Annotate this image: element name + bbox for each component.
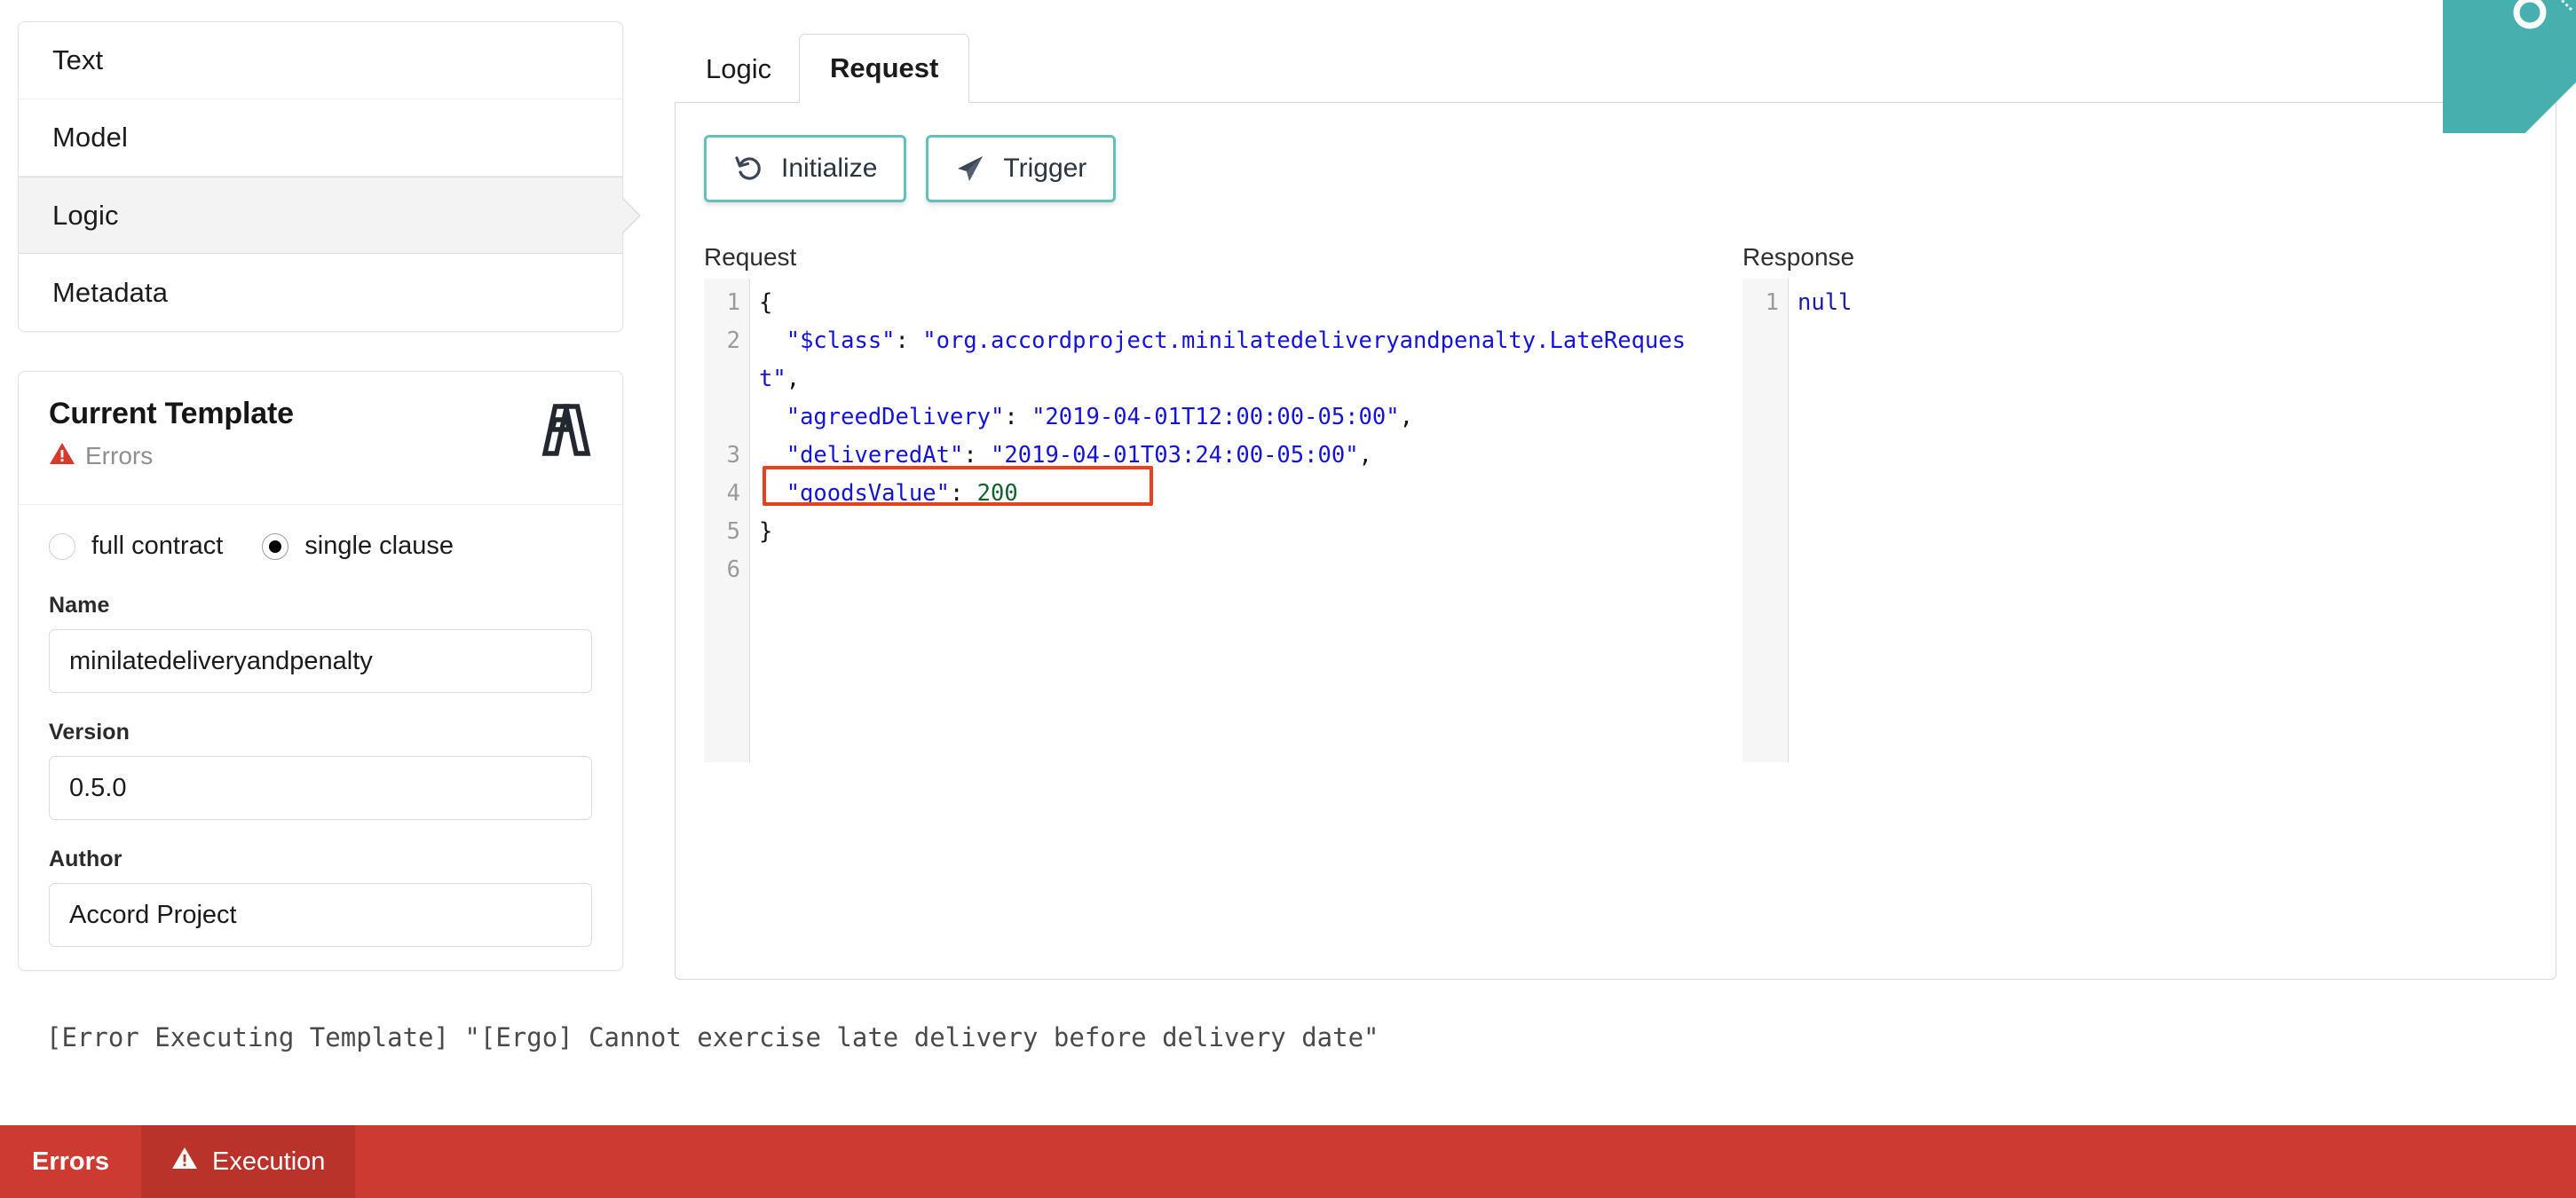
info-icon[interactable]: i [2512, 51, 2548, 87]
code-token: "2019-04-01T12:00:00-05:00" [1031, 404, 1400, 430]
code-token: , [1399, 404, 1413, 430]
sidebar-item-text[interactable]: Text [19, 22, 622, 99]
radio-single-clause[interactable] [262, 532, 289, 560]
request-code-wrap[interactable]: 1 2 3 4 5 6 { "$class": "org.accordproje… [704, 279, 1707, 762]
author-field-label: Author [49, 847, 122, 871]
code-token: "2019-04-01T03:24:00-05:00" [991, 442, 1359, 469]
editors-row: Request 1 2 3 4 5 6 { "$class": "org.acc… [676, 202, 2556, 762]
sidebar-item-model[interactable]: Model [19, 99, 622, 177]
status-tab-execution[interactable]: Execution [141, 1125, 356, 1198]
code-token: : [895, 327, 909, 354]
author-input[interactable] [49, 883, 592, 947]
line-number: 1 [1765, 289, 1779, 316]
initialize-button-label: Initialize [781, 154, 878, 183]
tab-request[interactable]: Request [799, 34, 970, 103]
code-token: "$class" [786, 327, 896, 354]
sidebar-item-label: Text [52, 44, 104, 75]
request-code-content[interactable]: { "$class": "org.accordproject.minilated… [750, 279, 1707, 762]
undo-arrow-icon [733, 154, 763, 184]
response-code-content[interactable]: null [1789, 279, 2364, 762]
status-execution-label: Execution [212, 1147, 326, 1176]
trigger-button-label: Trigger [1003, 154, 1087, 183]
radio-full-contract-label[interactable]: full contract [91, 532, 223, 561]
code-token: null [1798, 289, 1853, 316]
error-console: [Error Executing Template] "[Ergo] Canno… [0, 992, 2576, 1118]
sidebar-item-label: Logic [52, 199, 119, 231]
response-editor: Response 1 null [1742, 243, 2364, 762]
radio-single-clause-label[interactable]: single clause [304, 532, 454, 561]
response-line-numbers: 1 [1742, 279, 1789, 762]
sidebar-item-label: Metadata [52, 276, 169, 308]
line-number: 1 [726, 289, 740, 316]
error-console-message: [Error Executing Template] "[Ergo] Canno… [46, 1022, 1379, 1052]
code-token: : [963, 442, 992, 469]
trigger-button[interactable]: Trigger [926, 135, 1117, 202]
version-field-label: Version [49, 720, 130, 745]
line-number: 4 [726, 480, 740, 507]
request-line-numbers: 1 2 3 4 5 6 [704, 279, 750, 762]
version-input[interactable] [49, 756, 592, 820]
current-template-header: Current Template Errors [19, 372, 622, 505]
sidebar-item-logic[interactable]: Logic [19, 177, 642, 254]
code-token: { [759, 289, 773, 316]
code-token: : [1004, 404, 1032, 430]
template-section-nav: Text Model Logic Metadata [18, 21, 642, 332]
sidebar-item-metadata[interactable]: Metadata [19, 254, 622, 331]
status-badge: Errors [49, 442, 592, 470]
accord-project-logo-icon [537, 402, 596, 461]
request-editor: Request 1 2 3 4 5 6 { "$class": "org.acc… [704, 243, 1707, 762]
code-token: } [759, 518, 773, 545]
app-root: Text Model Logic Metadata Current Templa… [0, 0, 2576, 1198]
code-token: "agreedDelivery" [786, 404, 1005, 430]
code-token: "deliveredAt" [786, 442, 964, 469]
main-panel: Logic Request i Initialize Trigger Reque… [675, 18, 2556, 981]
current-template-body: full contract single clause Name Version… [19, 505, 622, 970]
sidebar-item-label: Model [52, 122, 128, 153]
code-token: : [949, 480, 977, 507]
paper-plane-icon [955, 154, 985, 184]
chevron-right-icon [620, 195, 642, 235]
request-panel-body: Initialize Trigger Request 1 2 3 4 5 6 {… [675, 103, 2556, 980]
action-toolbar: Initialize Trigger [676, 135, 2556, 202]
tab-logic[interactable]: Logic [675, 34, 802, 103]
tab-label: Logic [706, 52, 772, 84]
code-token: , [786, 366, 801, 392]
line-number: 6 [726, 556, 740, 583]
response-code-wrap[interactable]: 1 null [1742, 279, 2364, 762]
response-editor-title: Response [1742, 243, 1855, 271]
status-label: Errors [85, 442, 154, 469]
code-token: "goodsValue" [786, 480, 950, 507]
line-number: 2 [726, 327, 740, 354]
request-editor-title: Request [704, 243, 797, 271]
warning-triangle-icon [171, 1147, 198, 1178]
status-bar: Errors Execution [0, 1125, 2576, 1198]
line-number: 3 [726, 442, 740, 469]
warning-triangle-icon [49, 442, 75, 470]
corner-ribbon-dashes [2445, 0, 2572, 12]
line-number: 5 [726, 518, 740, 545]
tab-label: Request [830, 52, 939, 83]
template-mode-radio-group: full contract single clause [49, 532, 592, 561]
panel-title: Current Template [49, 397, 294, 430]
left-sidebar: Text Model Logic Metadata Current Templa… [18, 21, 642, 971]
code-token: , [1358, 442, 1372, 469]
radio-full-contract[interactable] [49, 532, 75, 560]
name-field-label: Name [49, 593, 110, 618]
tab-bar: Logic Request i [675, 18, 2556, 103]
name-input[interactable] [49, 629, 592, 693]
code-token: 200 [976, 480, 1018, 507]
status-errors-label: Errors [32, 1147, 110, 1176]
initialize-button[interactable]: Initialize [704, 135, 907, 202]
current-template-panel: Current Template Errors full contract si… [18, 371, 623, 971]
